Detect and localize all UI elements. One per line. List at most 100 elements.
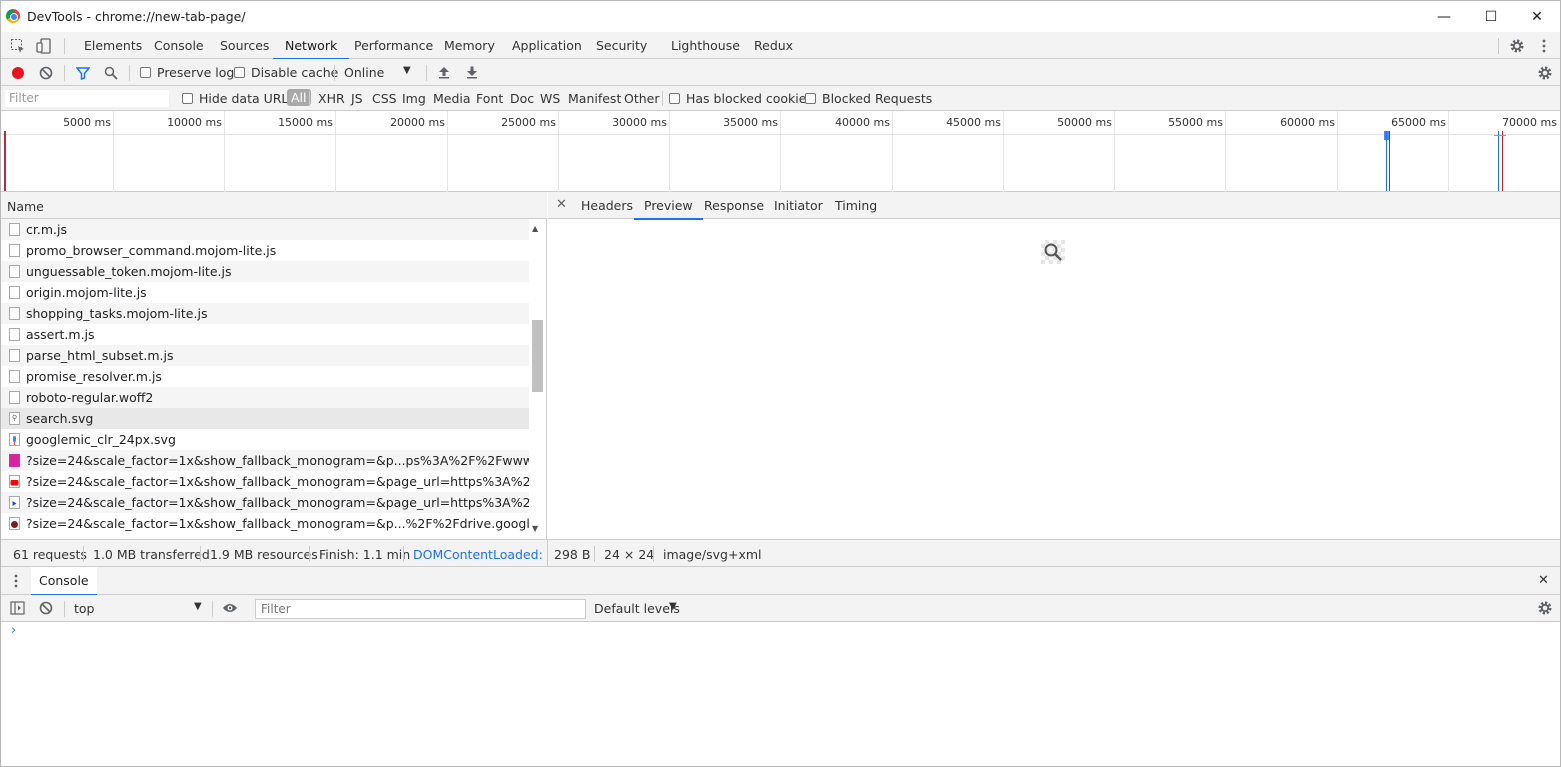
console-input-area[interactable] xyxy=(25,623,1555,763)
tab-network[interactable]: Network xyxy=(272,32,350,60)
tab-redux[interactable]: Redux xyxy=(752,32,795,59)
close-drawer-icon[interactable]: ✕ xyxy=(1538,573,1549,588)
filter-type-all[interactable]: All xyxy=(287,89,311,106)
tab-security[interactable]: Security xyxy=(594,32,649,59)
tab-elements[interactable]: Elements xyxy=(82,32,144,59)
blocked-requests-checkbox[interactable]: Blocked Requests xyxy=(805,91,932,106)
filter-type-css[interactable]: CSS xyxy=(372,91,397,106)
request-row[interactable]: ?size=24&scale_factor=1x&show_fallback_m… xyxy=(1,513,529,534)
tab-timing[interactable]: Timing xyxy=(835,198,877,213)
live-expression-eye-icon[interactable] xyxy=(221,600,239,616)
toolbar-divider xyxy=(64,65,65,81)
filter-type-ws[interactable]: WS xyxy=(540,91,560,106)
console-toolbar: top ▼ Filter Default levels ▼ xyxy=(1,595,1560,622)
preserve-log-checkbox[interactable]: Preserve log xyxy=(140,65,234,80)
filter-type-other[interactable]: Other xyxy=(624,91,660,106)
status-divider xyxy=(547,540,548,568)
log-levels-dropdown-icon[interactable]: ▼ xyxy=(669,601,677,612)
network-settings-gear-icon[interactable] xyxy=(1537,64,1553,81)
devtools-window: DevTools - chrome://new-tab-page/ — ☐ ✕ … xyxy=(0,0,1561,767)
console-settings-gear-icon[interactable] xyxy=(1537,599,1553,616)
search-icon[interactable] xyxy=(103,65,119,80)
finish-time: Finish: 1.1 min xyxy=(319,547,411,562)
dcl-marker xyxy=(1498,131,1499,191)
request-row[interactable]: ?size=24&scale_factor=1x&show_fallback_m… xyxy=(1,471,529,492)
request-row[interactable]: unguessable_token.mojom-lite.js xyxy=(1,261,529,282)
throttling-dropdown-icon[interactable]: ▼ xyxy=(403,65,411,76)
disable-cache-checkbox[interactable]: Disable cache xyxy=(234,65,338,80)
minimize-button[interactable]: — xyxy=(1421,1,1467,32)
record-button-icon[interactable] xyxy=(10,65,25,80)
clear-console-icon[interactable] xyxy=(38,600,54,616)
scroll-down-arrow-icon[interactable]: ▼ xyxy=(532,524,538,533)
filter-type-js[interactable]: JS xyxy=(351,91,363,106)
checkbox-box[interactable] xyxy=(140,67,151,78)
request-row[interactable]: origin.mojom-lite.js xyxy=(1,282,529,303)
more-menu-icon[interactable] xyxy=(1537,36,1551,55)
filter-funnel-icon[interactable] xyxy=(75,65,91,80)
tab-application[interactable]: Application xyxy=(510,32,584,59)
throttling-select[interactable]: Online xyxy=(344,65,384,80)
tab-preview[interactable]: Preview xyxy=(634,198,703,220)
request-row[interactable]: assert.m.js xyxy=(1,324,529,345)
hide-data-urls-checkbox[interactable]: Hide data URLs xyxy=(182,91,295,106)
tab-memory[interactable]: Memory xyxy=(442,32,497,59)
inspect-element-icon[interactable] xyxy=(9,37,27,54)
filter-type-font[interactable]: Font xyxy=(476,91,503,106)
filter-type-media[interactable]: Media xyxy=(433,91,471,106)
device-toolbar-icon[interactable] xyxy=(35,37,53,54)
context-select[interactable]: top xyxy=(74,601,94,616)
clear-icon[interactable] xyxy=(38,65,53,80)
scroll-up-arrow-icon[interactable]: ▲ xyxy=(532,224,538,233)
request-row[interactable]: ?size=24&scale_factor=1x&show_fallback_m… xyxy=(1,492,529,513)
import-har-icon[interactable] xyxy=(437,64,451,80)
request-name: roboto-regular.woff2 xyxy=(26,390,154,405)
filter-type-manifest[interactable]: Manifest xyxy=(568,91,621,106)
request-row[interactable]: shopping_tasks.mojom-lite.js xyxy=(1,303,529,324)
filter-type-doc[interactable]: Doc xyxy=(510,91,534,106)
request-row[interactable]: googlemic_clr_24px.svg xyxy=(1,429,529,450)
name-column-header[interactable]: Name xyxy=(1,192,547,219)
request-row[interactable]: roboto-regular.woff2 xyxy=(1,387,529,408)
filter-type-img[interactable]: Img xyxy=(402,91,426,106)
checkbox-box[interactable] xyxy=(182,93,193,104)
console-filter-input[interactable]: Filter xyxy=(255,599,586,619)
tab-initiator[interactable]: Initiator xyxy=(774,198,823,213)
chrome-logo-icon xyxy=(6,9,20,23)
console-sidebar-icon[interactable] xyxy=(9,600,25,616)
has-blocked-cookies-checkbox[interactable]: Has blocked cookies xyxy=(669,91,813,106)
tab-console[interactable]: Console xyxy=(152,32,206,59)
context-dropdown-icon[interactable]: ▼ xyxy=(194,601,202,612)
tab-performance[interactable]: Performance xyxy=(352,32,435,59)
request-row[interactable]: cr.m.js xyxy=(1,219,529,240)
checkbox-box[interactable] xyxy=(805,93,816,104)
log-levels-select[interactable]: Default levels xyxy=(594,601,680,616)
maximize-button[interactable]: ☐ xyxy=(1468,1,1514,32)
request-row[interactable]: parse_html_subset.m.js xyxy=(1,345,529,366)
request-row[interactable]: promise_resolver.m.js xyxy=(1,366,529,387)
tab-headers[interactable]: Headers xyxy=(581,198,633,213)
grid-line xyxy=(1448,111,1449,192)
checkbox-box[interactable] xyxy=(234,67,245,78)
tab-sources[interactable]: Sources xyxy=(218,32,271,59)
search-icon xyxy=(1044,243,1062,261)
drawer-menu-icon[interactable] xyxy=(9,573,23,589)
tick-label: 10000 ms xyxy=(167,116,222,129)
tab-lighthouse[interactable]: Lighthouse xyxy=(669,32,742,59)
console-prompt-icon[interactable]: › xyxy=(11,623,16,638)
export-har-icon[interactable] xyxy=(465,64,479,80)
network-overview-timeline[interactable]: 5000 ms 10000 ms 15000 ms 20000 ms 25000… xyxy=(1,111,1560,192)
tab-response[interactable]: Response xyxy=(704,198,764,213)
settings-gear-icon[interactable] xyxy=(1507,36,1527,55)
close-detail-icon[interactable]: ✕ xyxy=(556,197,567,212)
drawer-tab-console[interactable]: Console xyxy=(31,567,97,596)
close-window-button[interactable]: ✕ xyxy=(1514,1,1560,32)
request-row[interactable]: ?size=24&scale_factor=1x&show_fallback_m… xyxy=(1,450,529,471)
request-row[interactable]: promo_browser_command.mojom-lite.js xyxy=(1,240,529,261)
requests-scroll-thumb[interactable] xyxy=(532,320,543,392)
load-marker xyxy=(4,131,6,191)
filter-input[interactable]: Filter xyxy=(4,89,170,108)
checkbox-box[interactable] xyxy=(669,93,680,104)
request-row-selected[interactable]: ⚲ search.svg xyxy=(1,408,529,429)
filter-type-xhr[interactable]: XHR xyxy=(318,91,345,106)
